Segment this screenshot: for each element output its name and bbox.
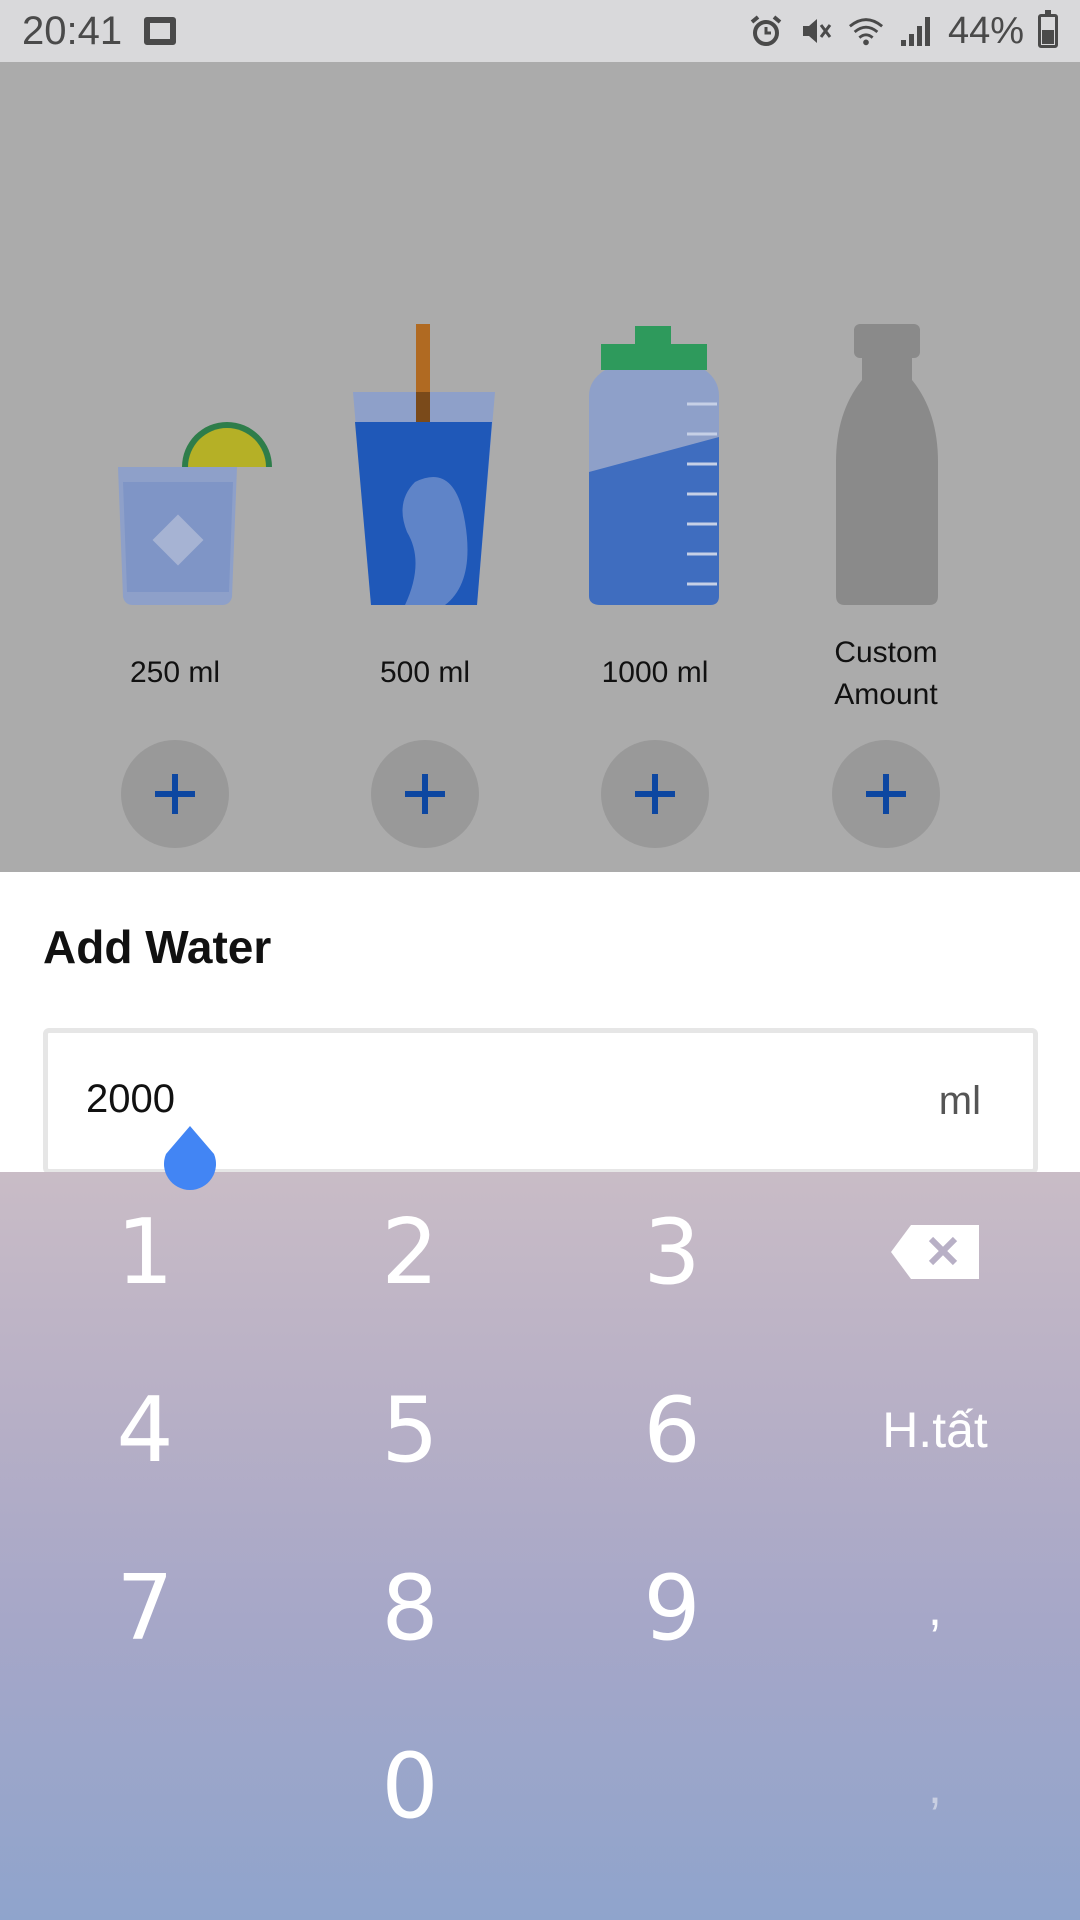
wifi-icon bbox=[848, 13, 884, 49]
sport-bottle-icon bbox=[589, 326, 719, 605]
drink-option-250[interactable]: 250 ml bbox=[75, 62, 275, 872]
comma-key[interactable]: , bbox=[815, 1528, 1055, 1688]
add-250-button[interactable] bbox=[121, 740, 229, 848]
custom-bottle-icon bbox=[836, 324, 938, 605]
text-cursor-handle[interactable] bbox=[162, 1124, 218, 1192]
done-key[interactable]: H.tất bbox=[815, 1350, 1055, 1510]
drink-label-line2: Amount bbox=[834, 678, 938, 711]
plus-icon bbox=[866, 774, 906, 814]
drink-label: 1000 ml bbox=[601, 656, 709, 689]
drink-options: 250 ml 500 ml 1000 ml Custom Amount bbox=[0, 62, 1080, 872]
amount-value[interactable]: 2000 bbox=[86, 1077, 175, 1122]
cup-with-straw-icon bbox=[353, 324, 495, 605]
alarm-icon bbox=[748, 13, 784, 49]
backspace-key[interactable] bbox=[815, 1172, 1055, 1332]
drink-option-500[interactable]: 500 ml bbox=[325, 62, 525, 872]
mute-icon bbox=[798, 13, 834, 49]
drink-option-1000[interactable]: 1000 ml bbox=[555, 62, 755, 872]
key-2[interactable]: 2 bbox=[290, 1172, 530, 1332]
key-8[interactable]: 8 bbox=[290, 1528, 530, 1688]
drink-label-line1: Custom bbox=[834, 636, 938, 669]
drink-label: 500 ml bbox=[379, 656, 471, 689]
key-7[interactable]: 7 bbox=[25, 1528, 265, 1688]
key-9[interactable]: 9 bbox=[552, 1528, 792, 1688]
drink-label: 250 ml bbox=[129, 656, 221, 689]
glass-with-lemon-icon bbox=[118, 422, 272, 605]
key-3[interactable]: 3 bbox=[552, 1172, 792, 1332]
status-icons: 44% bbox=[748, 10, 1058, 53]
add-1000-button[interactable] bbox=[601, 740, 709, 848]
add-500-button[interactable] bbox=[371, 740, 479, 848]
key-6[interactable]: 6 bbox=[552, 1350, 792, 1510]
key-5[interactable]: 5 bbox=[290, 1350, 530, 1510]
signal-icon bbox=[898, 13, 934, 49]
status-bar: 20:41 44% bbox=[0, 0, 1080, 62]
add-custom-button[interactable] bbox=[832, 740, 940, 848]
battery-percent: 44% bbox=[947, 9, 1024, 52]
amount-unit: ml bbox=[938, 1079, 981, 1123]
battery-icon bbox=[1038, 10, 1058, 48]
comma-key-secondary[interactable]: , bbox=[815, 1706, 1055, 1866]
drink-option-custom[interactable]: Custom Amount bbox=[786, 62, 986, 872]
key-1[interactable]: 1 bbox=[25, 1172, 265, 1332]
key-0[interactable]: 0 bbox=[290, 1706, 530, 1866]
plus-icon bbox=[405, 774, 445, 814]
plus-icon bbox=[635, 774, 675, 814]
numeric-keyboard: 1 2 3 4 5 6 H.tất 7 8 9 , 0 , bbox=[0, 1172, 1080, 1920]
drink-label: Custom Amount bbox=[786, 632, 986, 716]
plus-icon bbox=[155, 774, 195, 814]
key-4[interactable]: 4 bbox=[25, 1350, 265, 1510]
status-time: 20:41 bbox=[22, 8, 123, 53]
image-icon bbox=[144, 17, 177, 45]
sheet-title: Add Water bbox=[43, 921, 272, 973]
backspace-icon bbox=[891, 1225, 979, 1279]
